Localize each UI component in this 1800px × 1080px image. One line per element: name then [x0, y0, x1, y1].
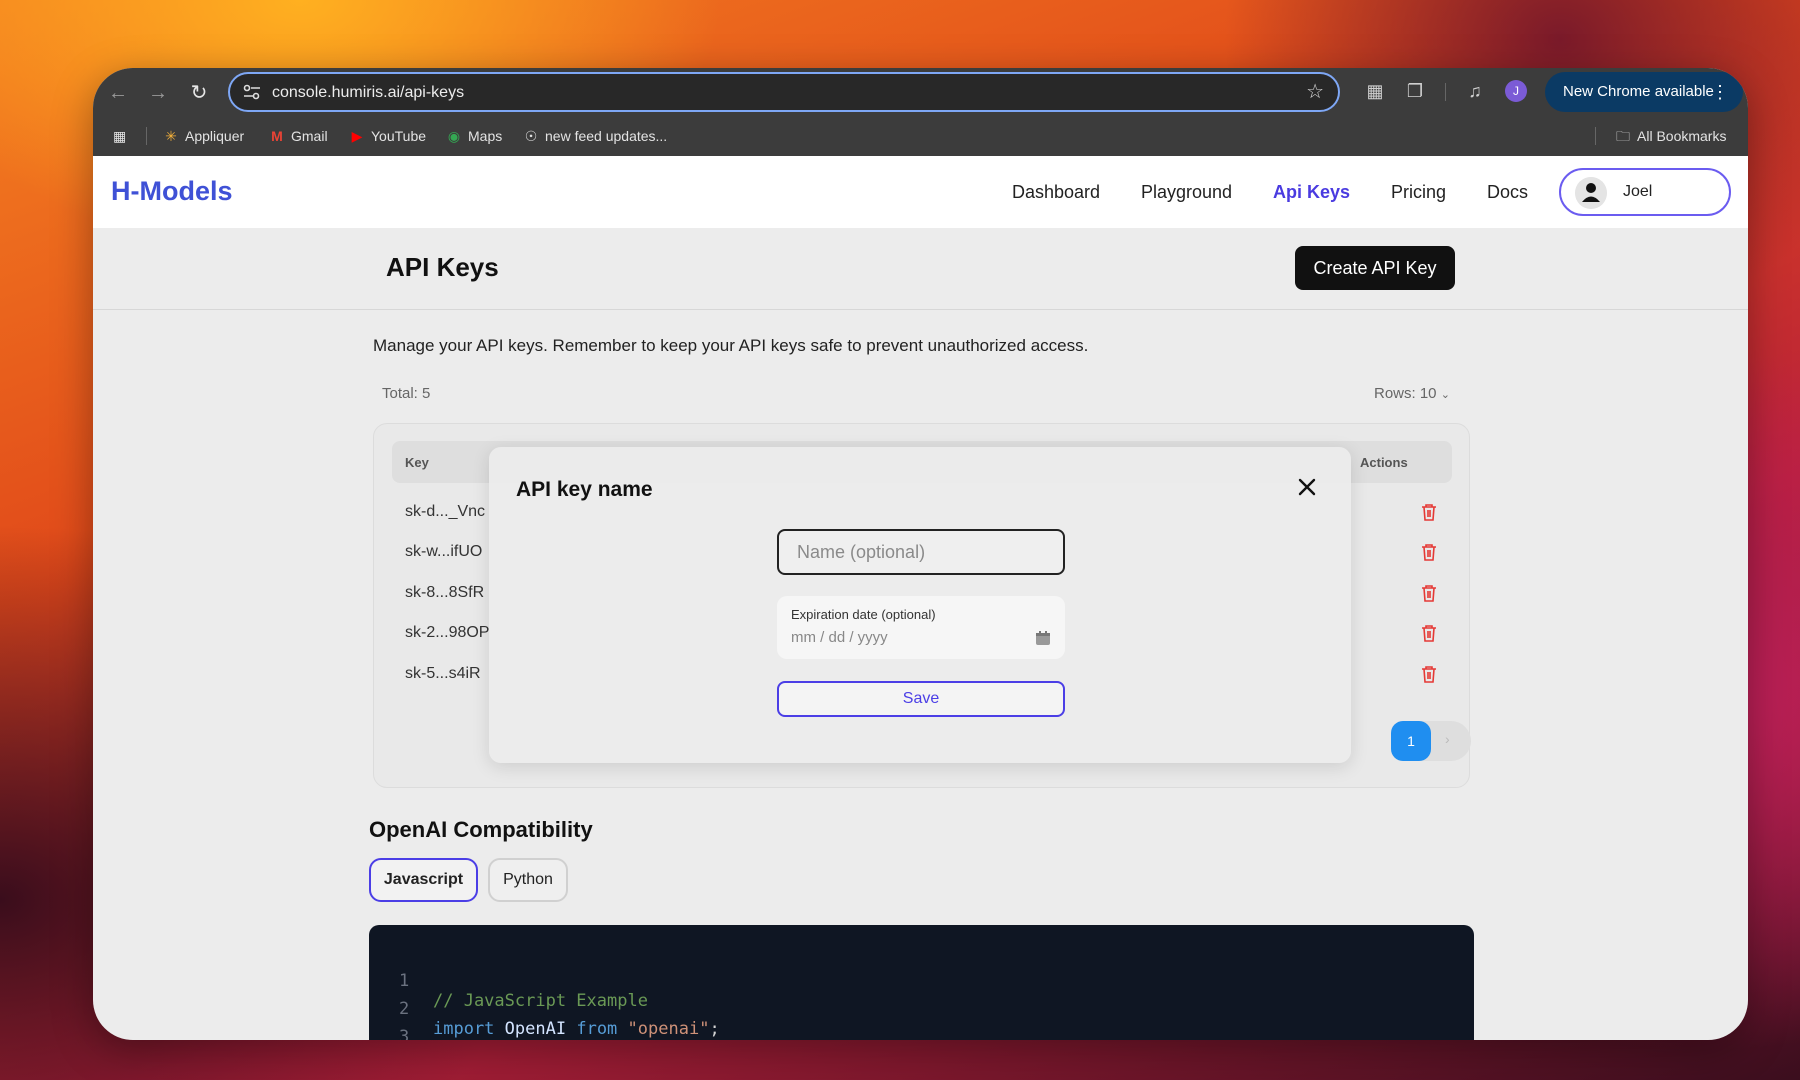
chevron-right-icon[interactable]: › — [1445, 731, 1450, 747]
rows-per-page-select[interactable]: Rows: 10 ⌄ — [1374, 385, 1450, 402]
forward-button[interactable]: → — [144, 79, 172, 107]
avatar-icon — [1575, 177, 1607, 209]
code-line: 3 — [399, 1027, 410, 1040]
maps-icon: ◉ — [447, 128, 461, 144]
site-settings-icon[interactable] — [242, 83, 262, 101]
pagination: 1 › — [1391, 721, 1471, 761]
youtube-icon: ▶ — [351, 128, 363, 144]
media-control-icon[interactable]: ♫ — [1463, 79, 1487, 103]
chevron-down-icon: ⌄ — [1440, 389, 1450, 401]
expiration-date-field[interactable]: Expiration date (optional) mm / dd / yyy… — [777, 596, 1065, 659]
page-title: API Keys — [386, 252, 499, 282]
extension-icon[interactable]: ▦ — [1363, 79, 1387, 103]
new-chrome-label: New Chrome available — [1563, 83, 1714, 100]
create-api-key-button[interactable]: Create API Key — [1295, 246, 1455, 290]
nav-api-keys[interactable]: Api Keys — [1273, 182, 1350, 203]
bookmarks-bar: ▦ ✳ Appliquer M Gmail ▶ YouTube ◉ Maps ☉ new … — [93, 116, 1748, 156]
all-bookmarks[interactable]: 🗀 All Bookmarks — [1615, 126, 1726, 146]
table-row-key: sk-w...ifUO — [405, 543, 483, 560]
save-button[interactable]: Save — [777, 681, 1065, 717]
url-text: console.humiris.ai/api-keys — [272, 84, 465, 101]
bookmark-gmail[interactable]: M Gmail — [269, 126, 327, 146]
gmail-icon: M — [271, 128, 283, 144]
sparkle-icon: ✳ — [165, 128, 177, 144]
calendar-icon[interactable] — [1035, 630, 1051, 646]
nav-dashboard[interactable]: Dashboard — [1012, 182, 1100, 203]
trash-icon[interactable] — [1420, 583, 1438, 603]
bookmark-star-icon[interactable]: ☆ — [1306, 81, 1324, 103]
table-row-key: sk-d..._Vnc — [405, 503, 486, 520]
date-placeholder: mm / dd / yyyy — [791, 629, 888, 646]
code-block: 1 // JavaScript Example 2 import OpenAI … — [369, 925, 1474, 1040]
page-description: Manage your API keys. Remember to keep y… — [373, 336, 1089, 355]
back-button[interactable]: ← — [104, 79, 132, 107]
compat-section-title: OpenAI Compatibility — [369, 817, 593, 842]
nav-playground[interactable]: Playground — [1141, 182, 1232, 203]
puzzle-icon[interactable]: ❐ — [1403, 79, 1427, 103]
app-header: H-Models Dashboard Playground Api Keys P… — [93, 156, 1748, 228]
nav-pricing[interactable]: Pricing — [1391, 182, 1446, 203]
folder-icon: 🗀 — [1616, 128, 1630, 144]
nav-docs[interactable]: Docs — [1487, 182, 1528, 203]
bookmark-appliquer[interactable]: ✳ Appliquer — [163, 126, 244, 146]
code-line: 1 // JavaScript Example — [399, 971, 648, 1011]
apps-grid-icon[interactable]: ▦ — [113, 126, 126, 146]
browser-toolbar: ← → ↻ console.humiris.ai/api-keys ☆ ▦ ❐ … — [93, 68, 1748, 156]
close-icon[interactable] — [1295, 475, 1319, 499]
trash-icon[interactable] — [1420, 623, 1438, 643]
logo[interactable]: H-Models — [111, 176, 233, 207]
page-title-bar: API Keys Create API Key — [93, 228, 1748, 310]
bookmark-feed[interactable]: ☉ new feed updates... — [523, 126, 667, 146]
modal-title: API key name — [516, 478, 653, 501]
globe-icon: ☉ — [524, 128, 538, 144]
column-key: Key — [405, 455, 429, 470]
more-menu-icon[interactable]: ⋮ — [1711, 72, 1729, 112]
tab-python[interactable]: Python — [488, 858, 568, 902]
user-menu-button[interactable]: Joel — [1559, 168, 1731, 216]
page-1-button[interactable]: 1 — [1391, 721, 1431, 761]
user-name: Joel — [1623, 183, 1653, 200]
trash-icon[interactable] — [1420, 542, 1438, 562]
name-input[interactable] — [777, 529, 1065, 575]
browser-window: ← → ↻ console.humiris.ai/api-keys ☆ ▦ ❐ … — [93, 68, 1748, 1040]
bookmark-maps[interactable]: ◉ Maps — [446, 126, 502, 146]
table-row-key: sk-8...8SfR — [405, 584, 485, 601]
trash-icon[interactable] — [1420, 502, 1438, 522]
bookmark-youtube[interactable]: ▶ YouTube — [349, 126, 426, 146]
code-line: 2 import OpenAI from "openai"; — [399, 999, 720, 1039]
new-chrome-button[interactable]: New Chrome available ⋮ — [1545, 72, 1743, 112]
api-key-name-modal: API key name Expiration date (optional) … — [489, 447, 1351, 763]
column-actions: Actions — [1360, 455, 1408, 470]
table-row-key: sk-5...s4iR — [405, 665, 481, 682]
profile-avatar[interactable]: J — [1505, 80, 1527, 102]
expiration-label: Expiration date (optional) — [791, 607, 936, 622]
table-row-key: sk-2...98OP — [405, 624, 490, 641]
trash-icon[interactable] — [1420, 664, 1438, 684]
address-bar[interactable]: console.humiris.ai/api-keys ☆ — [228, 72, 1340, 112]
total-count: Total: 5 — [382, 385, 431, 402]
reload-button[interactable]: ↻ — [185, 79, 213, 107]
tab-javascript[interactable]: Javascript — [369, 858, 478, 902]
